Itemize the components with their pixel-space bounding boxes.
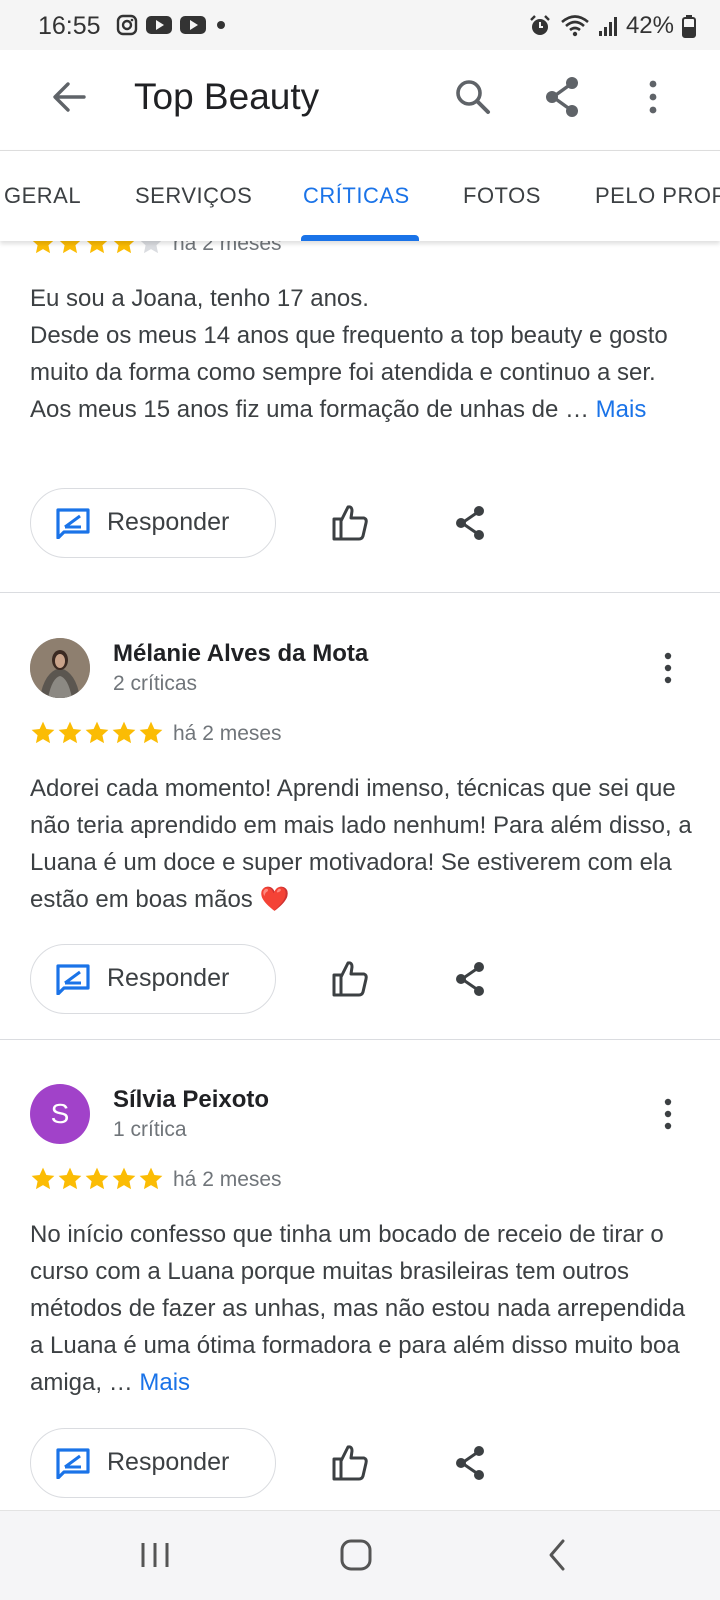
- wifi-icon: [561, 15, 589, 37]
- share-icon[interactable]: [450, 1443, 490, 1483]
- thumbs-up-icon[interactable]: [330, 1443, 370, 1483]
- back-icon[interactable]: [537, 1533, 581, 1577]
- star-filled-icon: [112, 1167, 136, 1190]
- reply-icon: [56, 964, 90, 995]
- star-filled-icon: [85, 1167, 109, 1190]
- reply-icon: [56, 1448, 90, 1479]
- review-text: Eu sou a Joana, tenho 17 anos. Desde os …: [30, 280, 695, 428]
- app-bar: Top Beauty: [0, 50, 720, 150]
- recent-apps-icon[interactable]: [133, 1533, 177, 1577]
- more-vert-icon[interactable]: [648, 1094, 688, 1134]
- divider: [0, 1039, 720, 1040]
- active-tab-indicator: [301, 235, 419, 241]
- instagram-icon: [116, 14, 138, 36]
- review-text: No início confesso que tinha um bocado d…: [30, 1216, 695, 1401]
- reply-label: Responder: [107, 508, 230, 536]
- status-notification-icons: [116, 14, 228, 36]
- tab-pelo-proprietario[interactable]: PELO PROP: [595, 183, 720, 209]
- star-filled-icon: [31, 1167, 55, 1190]
- star-filled-icon: [58, 721, 82, 744]
- share-icon[interactable]: [538, 72, 588, 122]
- tab-geral[interactable]: GERAL: [4, 183, 81, 209]
- review-body: Eu sou a Joana, tenho 17 anos. Desde os …: [30, 285, 668, 423]
- status-bar: 16:55 42%: [0, 0, 720, 50]
- author-name[interactable]: Mélanie Alves da Mota: [113, 640, 368, 668]
- youtube-icon: [146, 16, 172, 34]
- more-link[interactable]: Mais: [139, 1369, 190, 1396]
- youtube-icon: [180, 16, 206, 34]
- star-filled-icon: [31, 721, 55, 744]
- tab-servicos[interactable]: SERVIÇOS: [135, 183, 252, 209]
- system-nav-bar: [0, 1510, 720, 1600]
- more-vert-icon[interactable]: [628, 72, 678, 122]
- more-vert-icon[interactable]: [648, 648, 688, 688]
- review-body: No início confesso que tinha um bocado d…: [30, 1221, 686, 1396]
- star-rating: [30, 720, 164, 746]
- home-icon[interactable]: [334, 1533, 378, 1577]
- star-filled-icon: [85, 721, 109, 744]
- star-filled-icon: [58, 1167, 82, 1190]
- share-icon[interactable]: [450, 503, 490, 543]
- reply-button[interactable]: Responder: [30, 488, 276, 558]
- reply-button[interactable]: Responder: [30, 944, 276, 1014]
- battery-percent: 42%: [625, 12, 674, 39]
- search-icon[interactable]: [448, 72, 498, 122]
- avatar[interactable]: [30, 638, 90, 698]
- review-time: há 2 meses: [173, 1168, 282, 1191]
- avatar-photo: [30, 638, 90, 698]
- author-review-count: 2 críticas: [113, 672, 198, 695]
- tab-criticas[interactable]: CRÍTICAS: [303, 183, 410, 209]
- review-text: Adorei cada momento! Aprendi imenso, téc…: [30, 775, 692, 913]
- signal-icon: [598, 17, 617, 36]
- star-filled-icon: [112, 721, 136, 744]
- reply-label: Responder: [107, 1448, 230, 1476]
- divider: [0, 592, 720, 593]
- avatar[interactable]: S: [30, 1084, 90, 1144]
- alarm-icon: [530, 15, 550, 35]
- author-review-count: 1 crítica: [113, 1118, 187, 1141]
- thumbs-up-icon[interactable]: [330, 959, 370, 999]
- status-time: 16:55: [38, 12, 101, 40]
- back-arrow-icon[interactable]: [44, 72, 94, 122]
- share-icon[interactable]: [450, 959, 490, 999]
- page-title: Top Beauty: [134, 76, 320, 117]
- star-filled-icon: [139, 1167, 163, 1190]
- reply-label: Responder: [107, 964, 230, 992]
- more-link[interactable]: Mais: [596, 396, 647, 423]
- tab-fotos[interactable]: FOTOS: [463, 183, 541, 209]
- star-rating: [30, 1166, 164, 1192]
- dot-icon: [217, 21, 225, 29]
- status-system-icons: 42%: [528, 12, 696, 40]
- reply-icon: [56, 508, 90, 539]
- tab-bar: GERAL SERVIÇOS CRÍTICAS FOTOS PELO PROP: [0, 150, 720, 241]
- thumbs-up-icon[interactable]: [330, 503, 370, 543]
- battery-icon: [682, 15, 696, 38]
- reply-button[interactable]: Responder: [30, 1428, 276, 1498]
- author-name[interactable]: Sílvia Peixoto: [113, 1086, 269, 1114]
- review-time: há 2 meses: [173, 722, 282, 745]
- star-filled-icon: [139, 721, 163, 744]
